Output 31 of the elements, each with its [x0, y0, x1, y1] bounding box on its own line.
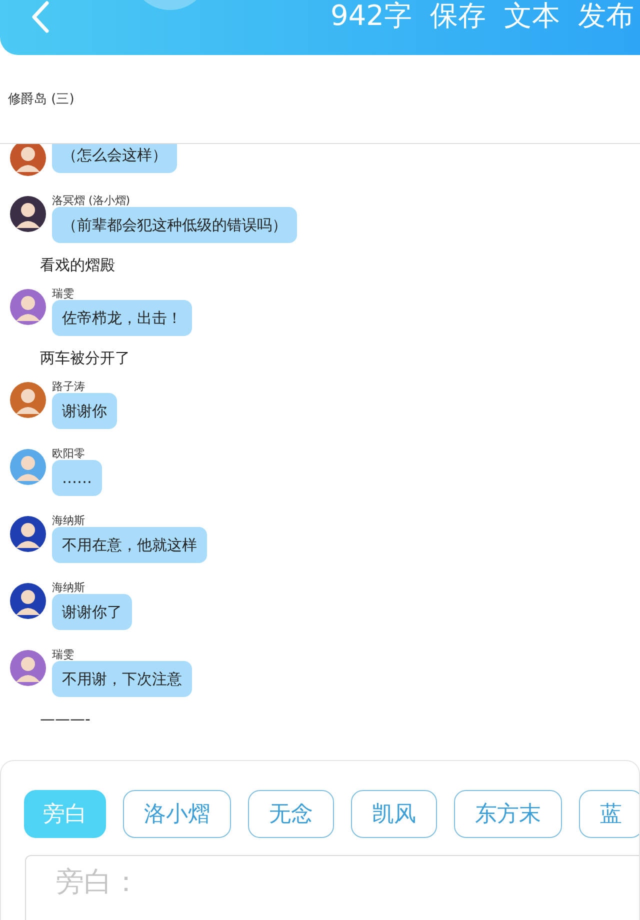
back-icon[interactable]: [30, 0, 50, 34]
message-bubble: 谢谢你了: [52, 594, 132, 630]
sender-name: 洛冥熠 (洛小熠): [52, 194, 130, 208]
narration-text: 两车被分开了: [40, 349, 130, 367]
sender-name: 海纳斯: [52, 514, 85, 528]
narration-text: ———-: [40, 710, 90, 728]
sender-name: 海纳斯: [52, 581, 85, 595]
message-bubble: 谢谢你: [52, 393, 117, 429]
sender-name: 路子涛: [52, 380, 85, 394]
message-bubble: （前辈都会犯这种低级的错误吗）: [52, 207, 297, 243]
header-action[interactable]: 保存: [430, 2, 486, 30]
header-action[interactable]: 文本: [504, 2, 560, 30]
message-bubble: ……: [52, 460, 102, 496]
message-bubble: 不用谢，下次注意: [52, 661, 192, 697]
word-count: 942字: [330, 2, 412, 30]
message-bubble: （怎么会这样）: [52, 144, 177, 173]
sender-name: 欧阳零: [52, 447, 85, 461]
sender-name: 瑞雯: [52, 648, 74, 662]
role-chip[interactable]: 蓝: [579, 790, 639, 838]
role-chip[interactable]: 东方末: [454, 790, 562, 838]
role-chip[interactable]: 旁白: [24, 790, 106, 838]
sender-name: 瑞雯: [52, 287, 74, 301]
narration-text: 看戏的熠殿: [40, 256, 115, 274]
role-chip[interactable]: 无念: [248, 790, 334, 838]
role-chip[interactable]: 凯风: [351, 790, 437, 838]
message-bubble: 不用在意，他就这样: [52, 527, 207, 563]
header-action[interactable]: 发布: [578, 2, 634, 30]
chapter-title: 修爵岛 (三): [8, 91, 74, 110]
message-bubble: 佐帝栉龙，出击！: [52, 300, 192, 336]
role-chip[interactable]: 洛小熠: [123, 790, 231, 838]
input-field[interactable]: 旁白：: [25, 855, 639, 920]
